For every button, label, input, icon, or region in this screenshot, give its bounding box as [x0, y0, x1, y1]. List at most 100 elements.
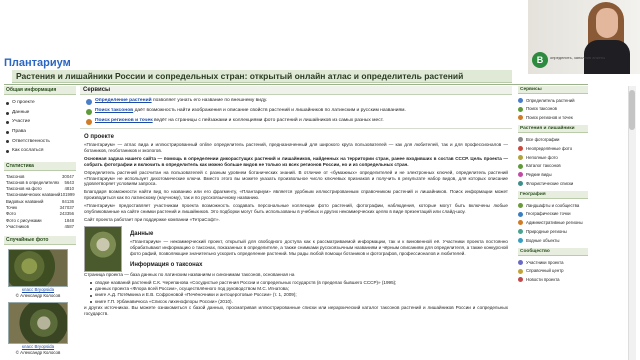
rs-item-unidentified-photos[interactable]: Неопределённые фото [518, 144, 588, 153]
stats-heading: Статистика [4, 161, 76, 171]
menu-item-participation[interactable]: Участие [4, 117, 76, 127]
taxa-search-icon [518, 106, 523, 112]
data-section-photo[interactable] [84, 225, 122, 272]
help-icon [518, 268, 523, 274]
rs-item-label: Поиск регионов и точек [526, 115, 573, 121]
rs-community-list: Участники проекта Справочный центр Новос… [518, 258, 588, 284]
scrollbar-thumb[interactable] [629, 90, 635, 130]
about-heading: О проекте [84, 134, 114, 140]
photo-author-2: © Александр Колосов [15, 349, 61, 355]
rs-item-all-photos[interactable]: Все фотографии [518, 135, 588, 144]
rs-item-floristic-lists[interactable]: Флористические списки [518, 179, 588, 188]
users-icon [518, 259, 523, 265]
rs-item-natural-regions[interactable]: Природные регионы [518, 227, 588, 236]
about-paragraph-3: Определитель растений рассчитан на польз… [84, 169, 508, 187]
menu-item-cite[interactable]: Как сослаться [4, 146, 76, 156]
left-sidebar: Общая информация О проекте Данные Участи… [4, 86, 76, 360]
taxa-intro: Страница проекта — база данных по латинс… [84, 271, 295, 277]
rs-item-label: Административные регионы [526, 220, 583, 226]
rs-item-help-center[interactable]: Справочный центр [518, 267, 588, 276]
stat-value: 4587 [64, 223, 74, 229]
site-subtitle: Растения и лишайники России и сопредельн… [12, 70, 512, 83]
data-section-text: Данные «Плантариум» — некоммерческий про… [126, 226, 512, 272]
section-divider [80, 128, 512, 129]
site-title[interactable]: Плантариум [4, 57, 71, 69]
service-taxa-search-text: даёт возможность найти изображения и опи… [134, 108, 406, 113]
info-heading: Общая информация [4, 86, 76, 95]
rs-item-taxa-catalog[interactable]: Каталог таксонов [518, 162, 588, 171]
rs-item-identifier[interactable]: Определитель растений [518, 96, 588, 105]
rs-plants-list: Все фотографии Неопределённые фото Непол… [518, 135, 588, 188]
rs-item-admin-regions[interactable]: Административные регионы [518, 219, 588, 228]
menu-item-rights[interactable]: Права [4, 127, 76, 137]
rs-item-label: Водные объекты [526, 237, 560, 243]
regions-search-icon [86, 119, 92, 125]
natural-region-icon [518, 229, 523, 235]
data-heading: Данные [130, 230, 154, 237]
identify-icon [518, 97, 523, 103]
rs-item-label: Ландшафты и сообщества [526, 202, 580, 208]
random-photo-2[interactable] [8, 302, 68, 345]
rs-item-water-bodies[interactable]: Водные объекты [518, 236, 588, 245]
rs-item-label: Географические точки [526, 211, 571, 217]
data-paragraph: «Плантариум» — некоммерческий проект, от… [130, 238, 508, 256]
stats-list: Таксонов 30047 Таксонов в определителях 56… [4, 174, 76, 231]
data-section: Данные «Плантариум» — некоммерческий про… [80, 225, 512, 272]
menu-item-responsibility[interactable]: Ответственность [4, 136, 76, 146]
identify-icon [86, 99, 92, 105]
about-paragraph-4: Благодаря возможности найти вид по назва… [84, 189, 508, 201]
stat-row: Участников 4587 [4, 224, 76, 230]
rs-item-label: Неполные фото [526, 154, 558, 160]
service-taxa-search-link[interactable]: Поиск таксонов [95, 108, 133, 113]
rare-species-icon [518, 172, 523, 178]
rs-item-incomplete-photos[interactable]: Неполные фото [518, 153, 588, 162]
photo-caption-1: класс Bryopsida © Александр Колосов [4, 287, 72, 298]
presenter-face [596, 8, 618, 38]
menu-item-data[interactable]: Данные [4, 108, 76, 118]
rs-item-rare-species[interactable]: Редкие виды [518, 170, 588, 179]
webcam-logo: В [532, 52, 548, 68]
service-regions-search-link[interactable]: Поиск регионов и точек [95, 118, 153, 123]
photos-icon [518, 137, 523, 143]
landscape-icon [518, 202, 523, 208]
geo-point-icon [518, 211, 523, 217]
unidentified-icon [518, 146, 523, 152]
rs-item-geo-points[interactable]: Географические точки [518, 210, 588, 219]
rs-plants-heading: Растения и лишайники [518, 125, 588, 134]
info-menu: О проекте Данные Участие Права Ответстве… [4, 98, 76, 156]
regions-search-icon [518, 115, 523, 121]
incomplete-icon [518, 154, 523, 160]
rs-item-label: Каталог таксонов [526, 163, 561, 169]
service-identify-text: позволяет узнать его название по внешнем… [152, 98, 268, 103]
service-identify-link[interactable]: Определение растений [95, 98, 152, 103]
rs-item-landscapes[interactable]: Ландшафты и сообщества [518, 201, 588, 210]
rs-geo-list: Ландшафты и сообщества Географические то… [518, 201, 588, 245]
menu-item-about[interactable]: О проекте [4, 98, 76, 108]
rs-item-label: Определитель растений [526, 97, 575, 103]
webcam-caption: определить, заполнив анкеты [550, 55, 606, 60]
rs-services-list: Определитель растений Поиск таксонов Пои… [518, 96, 588, 122]
rs-item-regions-search[interactable]: Поиск регионов и точек [518, 114, 588, 123]
about-paragraph-5: «Плантариум» предоставляет участникам пр… [84, 203, 508, 215]
rs-services-heading: Сервисы [518, 86, 588, 94]
floristic-list-icon [518, 181, 523, 187]
rs-item-taxa-search[interactable]: Поиск таксонов [518, 105, 588, 114]
taxa-source-item: книге Г.П. Урбанавичюса «Список лихенофл… [90, 299, 512, 305]
service-taxa-search: Поиск таксонов даёт возможность найти из… [86, 108, 512, 115]
services-heading: Сервисы [80, 86, 512, 95]
about-paragraph-2: Основная задача нашего сайта — помощь в … [84, 155, 508, 167]
rs-item-label: Все фотографии [526, 136, 560, 142]
rs-item-label: Участники проекта [526, 259, 564, 265]
service-regions-search-text: ведёт на страницы с пейзажами и коллекци… [154, 118, 384, 123]
rs-item-label: Природные регионы [526, 228, 567, 234]
presenter-webcam: В определить, заполнив анкеты [528, 0, 640, 74]
photo-author-1: © Александр Колосов [15, 292, 61, 298]
rs-item-label: Новости проекта [526, 277, 560, 283]
rs-item-participants[interactable]: Участники проекта [518, 258, 588, 267]
random-photo-heading: Случайные фото [4, 236, 76, 246]
random-photo-1[interactable] [8, 249, 68, 288]
header-divider [4, 84, 588, 85]
right-sidebar: Сервисы Определитель растений Поиск такс… [518, 86, 588, 360]
catalog-icon [518, 163, 523, 169]
rs-item-news[interactable]: Новости проекта [518, 276, 588, 285]
